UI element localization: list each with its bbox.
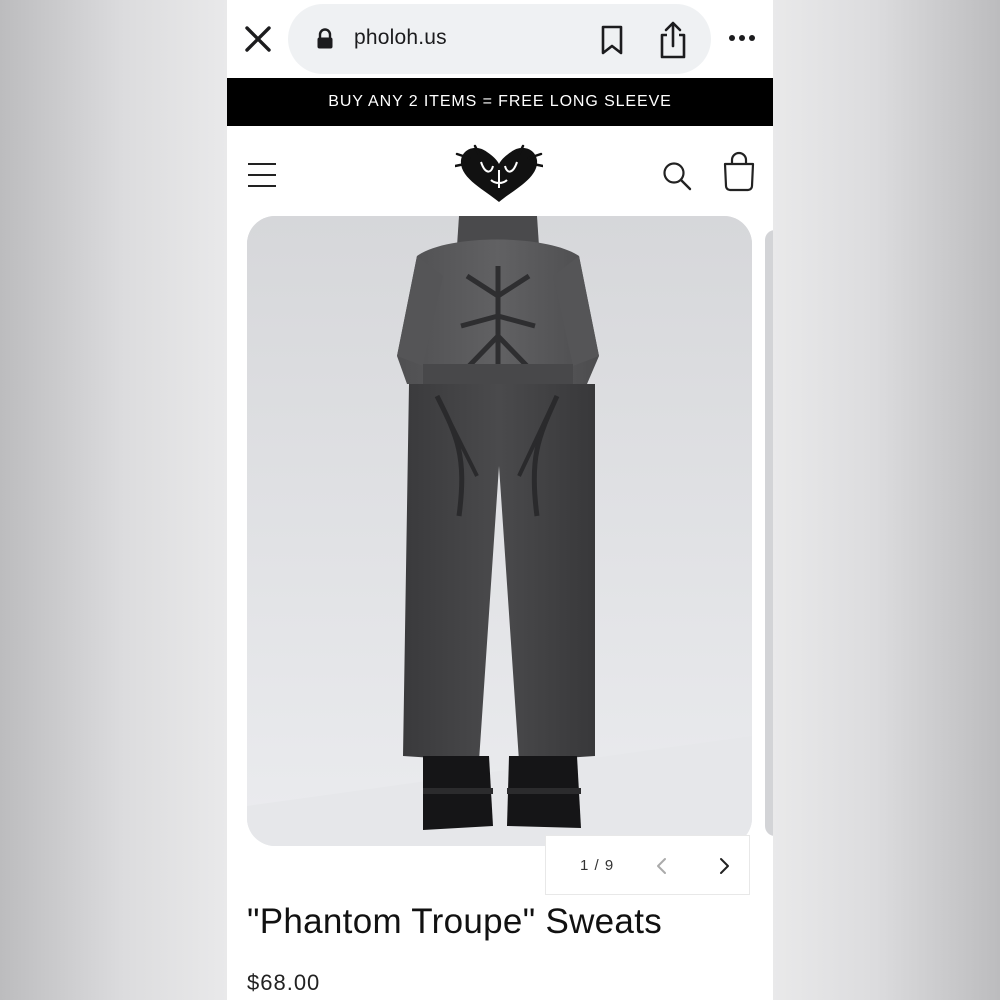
- announcement-text: BUY ANY 2 ITEMS = FREE LONG SLEEVE: [328, 93, 672, 110]
- brand-logo[interactable]: [455, 144, 543, 204]
- more-options-button[interactable]: [727, 28, 757, 48]
- chevron-right-icon: [720, 858, 729, 874]
- chevron-left-icon: [657, 858, 666, 874]
- product-image[interactable]: [247, 216, 752, 846]
- search-icon: [663, 162, 692, 191]
- previous-image-button[interactable]: [650, 854, 674, 878]
- browser-toolbar: pholoh.us: [227, 0, 773, 78]
- backdrop-right: [773, 0, 1000, 1000]
- share-icon: [660, 21, 686, 59]
- url-text: pholoh.us: [354, 26, 447, 49]
- next-image-button[interactable]: [712, 854, 736, 878]
- share-button[interactable]: [656, 20, 690, 60]
- gallery-pager: 1 / 9: [545, 835, 750, 895]
- lock-icon: [316, 28, 334, 50]
- announcement-bar[interactable]: BUY ANY 2 ITEMS = FREE LONG SLEEVE: [227, 78, 773, 126]
- search-button[interactable]: [661, 160, 693, 192]
- phone-screen: pholoh.us BUY ANY 2 ITEMS = FREE LONG SL…: [227, 0, 773, 1000]
- product-title: "Phantom Troupe" Sweats: [247, 902, 663, 941]
- close-icon: [245, 26, 271, 52]
- bookmark-icon: [601, 25, 623, 55]
- address-bar[interactable]: pholoh.us: [288, 4, 711, 74]
- next-image-peek[interactable]: [765, 230, 773, 836]
- menu-button[interactable]: [245, 160, 279, 190]
- more-icon: [729, 35, 755, 41]
- image-counter: 1 / 9: [580, 857, 615, 874]
- product-price: $68.00: [247, 970, 321, 995]
- bookmark-button[interactable]: [598, 24, 626, 56]
- cart-button[interactable]: [721, 150, 757, 192]
- backdrop-left: [0, 0, 227, 1000]
- site-header: [227, 126, 773, 216]
- hamburger-menu-icon: [248, 163, 276, 187]
- shopping-bag-icon: [723, 151, 755, 192]
- close-button[interactable]: [241, 22, 275, 56]
